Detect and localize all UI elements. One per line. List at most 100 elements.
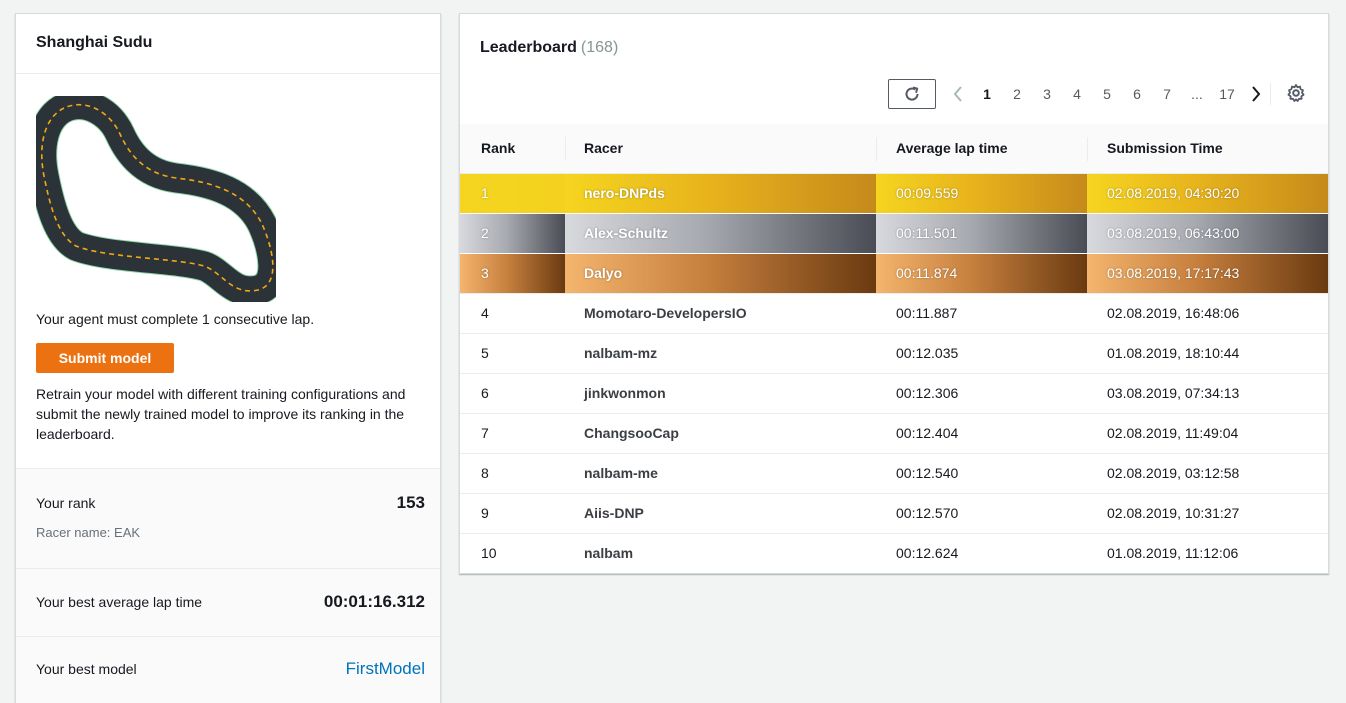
submission-time-cell: 03.08.2019, 06:43:00 — [1087, 213, 1328, 254]
submission-time-cell: 02.08.2019, 16:48:06 — [1087, 293, 1328, 334]
submission-time-cell: 02.08.2019, 11:49:04 — [1087, 413, 1328, 454]
page-5[interactable]: 5 — [1092, 86, 1122, 102]
table-row: 1 nero-DNPds 00:09.559 02.08.2019, 04:30… — [460, 173, 1328, 214]
lap-time-cell: 00:09.559 — [876, 173, 1087, 214]
refresh-button[interactable] — [888, 79, 936, 109]
table-row: 6 jinkwonmon 00:12.306 03.08.2019, 07:34… — [460, 373, 1328, 414]
submission-time-cell: 03.08.2019, 17:17:43 — [1087, 253, 1328, 294]
rank-cell: 8 — [460, 453, 565, 494]
next-page-button[interactable] — [1242, 86, 1270, 102]
column-header-label: Racer — [584, 140, 623, 157]
rank-cell: 3 — [460, 253, 565, 294]
page-2[interactable]: 2 — [1002, 86, 1032, 102]
rank-cell: 9 — [460, 493, 565, 534]
column-header-label: Submission Time — [1107, 140, 1223, 157]
table-row: 5 nalbam-mz 00:12.035 01.08.2019, 18:10:… — [460, 333, 1328, 374]
racer-cell: Momotaro-DevelopersIO — [565, 293, 876, 334]
your-rank-label: Your rank — [36, 495, 96, 511]
page-ellipsis: ... — [1191, 86, 1203, 102]
track-title: Shanghai Sudu — [16, 14, 440, 74]
best-model-link[interactable]: FirstModel — [346, 659, 425, 679]
lap-time-cell: 00:12.306 — [876, 373, 1087, 414]
your-rank-section: Your rank 153 Racer name: EAK — [16, 468, 440, 568]
rank-cell: 4 — [460, 293, 565, 334]
lap-time-cell: 00:12.404 — [876, 413, 1087, 454]
table-row: 2 Alex-Schultz 00:11.501 03.08.2019, 06:… — [460, 213, 1328, 254]
submit-model-button[interactable]: Submit model — [36, 343, 174, 373]
lap-time-cell: 00:12.540 — [876, 453, 1087, 494]
rank-cell: 10 — [481, 545, 497, 562]
prev-page-button[interactable] — [944, 86, 972, 102]
rank-cell: 2 — [460, 213, 565, 254]
page-7[interactable]: 7 — [1152, 86, 1182, 102]
track-panel: Shanghai Sudu Your agent must complete 1… — [15, 13, 441, 703]
table-header-row: Rank Racer Average lap time Submission T… — [460, 124, 1328, 174]
your-rank-value: 153 — [396, 493, 425, 512]
leaderboard-count: (168) — [580, 39, 619, 56]
track-map-image — [26, 89, 289, 307]
racer-cell: Alex-Schultz — [565, 213, 876, 254]
column-header-racer[interactable]: Racer — [565, 124, 876, 174]
page-4[interactable]: 4 — [1062, 86, 1092, 102]
settings-button[interactable] — [1286, 83, 1306, 108]
column-header-label: Average lap time — [896, 140, 1008, 157]
lap-time-cell: 00:11.874 — [876, 253, 1087, 294]
page-1[interactable]: 1 — [972, 86, 1002, 102]
column-header-rank[interactable]: Rank — [460, 124, 565, 174]
best-lap-section: Your best average lap time 00:01:16.312 — [16, 568, 440, 636]
rank-cell: 6 — [460, 373, 565, 414]
submission-time-cell: 02.08.2019, 04:30:20 — [1087, 173, 1328, 214]
leaderboard-heading: Leaderboard (168) — [480, 39, 618, 57]
table-row: 9 Aiis-DNP 00:12.570 02.08.2019, 10:31:2… — [460, 493, 1328, 534]
submission-time-cell: 01.08.2019, 11:12:06 — [1107, 545, 1239, 562]
table-row: 10 nalbam 00:12.624 01.08.2019, 11:12:06 — [460, 533, 1328, 573]
column-header-average-lap-time[interactable]: Average lap time — [876, 124, 1087, 174]
submission-time-cell: 03.08.2019, 07:34:13 — [1087, 373, 1328, 414]
racer-cell: nalbam-me — [565, 453, 876, 494]
column-header-submission-time[interactable]: Submission Time — [1087, 124, 1328, 174]
lap-time-cell: 00:12.624 — [896, 545, 959, 562]
lap-time-cell: 00:11.887 — [876, 293, 1087, 334]
leaderboard-rows: 1 nero-DNPds 00:09.559 02.08.2019, 04:30… — [460, 173, 1328, 573]
table-row: 7 ChangsooCap 00:12.404 02.08.2019, 11:4… — [460, 413, 1328, 454]
toolbar-divider — [1270, 83, 1271, 105]
page-6[interactable]: 6 — [1122, 86, 1152, 102]
submission-time-cell: 02.08.2019, 03:12:58 — [1087, 453, 1328, 494]
submission-time-cell: 01.08.2019, 18:10:44 — [1087, 333, 1328, 374]
lap-time-cell: 00:12.570 — [876, 493, 1087, 534]
table-row: 3 Dalyo 00:11.874 03.08.2019, 17:17:43 — [460, 253, 1328, 294]
page-17[interactable]: 17 — [1212, 86, 1242, 102]
racer-cell: ChangsooCap — [565, 413, 876, 454]
racer-cell: nalbam — [584, 545, 634, 562]
rank-cell: 7 — [460, 413, 565, 454]
racer-cell: nero-DNPds — [565, 173, 876, 214]
lap-time-cell: 00:11.501 — [876, 213, 1087, 254]
leaderboard-panel: Leaderboard (168) 1 2 3 4 5 6 7 ... 17 R… — [459, 13, 1329, 574]
leaderboard-toolbar: 1 2 3 4 5 6 7 ... 17 — [888, 79, 1328, 109]
column-header-label: Rank — [481, 140, 516, 157]
best-lap-value: 00:01:16.312 — [323, 592, 425, 611]
racer-cell: nalbam-mz — [565, 333, 876, 374]
lap-requirement-text: Your agent must complete 1 consecutive l… — [36, 311, 315, 327]
racer-name-text: Racer name: EAK — [36, 525, 141, 540]
submission-time-cell: 02.08.2019, 10:31:27 — [1087, 493, 1328, 534]
page-3[interactable]: 3 — [1032, 86, 1062, 102]
chevron-left-icon — [953, 86, 962, 102]
retrain-description: Retrain your model with different traini… — [36, 386, 406, 442]
best-model-label: Your best model — [36, 661, 137, 677]
gear-icon — [1287, 84, 1305, 102]
chevron-right-icon — [1252, 86, 1261, 102]
rank-cell: 1 — [460, 173, 565, 214]
racer-cell: jinkwonmon — [565, 373, 876, 414]
leaderboard-table: Rank Racer Average lap time Submission T… — [460, 124, 1328, 573]
lap-time-cell: 00:12.035 — [876, 333, 1087, 374]
racer-cell: Aiis-DNP — [565, 493, 876, 534]
table-row: 8 nalbam-me 00:12.540 02.08.2019, 03:12:… — [460, 453, 1328, 494]
pagination: 1 2 3 4 5 6 7 ... 17 — [944, 79, 1270, 109]
table-row: 4 Momotaro-DevelopersIO 00:11.887 02.08.… — [460, 293, 1328, 334]
refresh-icon — [905, 86, 919, 101]
best-lap-label: Your best average lap time — [36, 594, 203, 610]
best-model-section: Your best model FirstModel — [16, 636, 440, 703]
rank-cell: 5 — [460, 333, 565, 374]
leaderboard-title: Leaderboard — [480, 39, 577, 56]
